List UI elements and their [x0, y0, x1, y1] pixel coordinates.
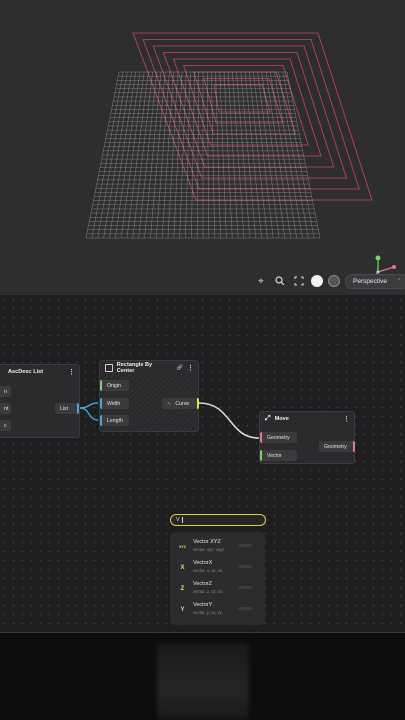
node-header: AscDesc List ⋮	[0, 365, 79, 378]
search-results-panel: XYZ Vector XYZ vector, xyz, vxyz X Vecto…	[170, 532, 265, 625]
vector-xyz-icon: XYZ	[179, 544, 186, 549]
search-result-item[interactable]: Z VectorZ vector, z, vz, vz	[178, 581, 258, 599]
result-subtitle: vector, xyz, vxyz	[193, 547, 225, 552]
app-root: ⌖ Perspective ⌃ AscDesc List ⋮ n nt c Li…	[0, 0, 405, 720]
input-port-nt[interactable]: nt	[0, 403, 11, 414]
vector-y-icon: Y	[180, 606, 185, 613]
result-shortcut-badge	[238, 544, 252, 547]
result-shortcut-badge	[238, 607, 252, 610]
result-shortcut-badge	[238, 565, 252, 568]
3d-viewport[interactable]: ⌖ Perspective ⌃	[0, 0, 405, 295]
output-port-label: Curve	[175, 400, 190, 407]
input-port-length[interactable]: Length	[100, 415, 129, 426]
node-rectangle-by-center[interactable]: Rectangle By Center 🔗 ⋮ Origin Width Len…	[99, 360, 199, 432]
kebab-menu-icon[interactable]: ⋮	[343, 415, 350, 423]
rectangle-icon	[105, 363, 113, 372]
input-port-c[interactable]: c	[0, 420, 11, 431]
input-port-geometry[interactable]: Geometry	[260, 432, 297, 443]
result-subtitle: vector, z, vz, vz	[193, 589, 223, 594]
result-title: VectorY	[193, 602, 213, 608]
footer-area	[0, 633, 405, 720]
result-shortcut-badge	[238, 586, 252, 589]
rectangle-curve	[213, 84, 271, 113]
node-header: ⤢ Move ⋮	[260, 412, 354, 425]
search-result-item[interactable]: XYZ Vector XYZ vector, xyz, vxyz	[178, 539, 258, 557]
node-ascdesc-list[interactable]: AscDesc List ⋮ n nt c List	[0, 364, 80, 438]
curve-icon: ∿	[167, 400, 172, 407]
fullscreen-icon[interactable]	[292, 274, 306, 288]
rectangle-curve	[162, 52, 335, 168]
input-port-vector[interactable]: Vector	[260, 450, 297, 461]
camera-mode-label: Perspective	[353, 277, 387, 285]
scene-canvas	[85, 32, 373, 239]
node-header: Rectangle By Center 🔗 ⋮	[100, 361, 198, 374]
search-icon[interactable]	[273, 274, 287, 288]
text-caret	[181, 517, 183, 523]
result-title: VectorZ	[193, 581, 212, 587]
light-toggle-icon[interactable]	[311, 275, 323, 287]
node-title: Move	[274, 415, 289, 422]
node-title: AscDesc List	[8, 368, 44, 375]
node-search-input[interactable]: V	[170, 514, 266, 526]
node-move[interactable]: ⤢ Move ⋮ Geometry Vector Geometry	[259, 411, 355, 464]
link-icon: 🔗	[176, 364, 183, 371]
search-query: V	[176, 517, 180, 523]
viewport-toolbar: ⌖ Perspective ⌃	[254, 272, 405, 290]
input-port-width[interactable]: Width	[100, 398, 129, 409]
input-port-n[interactable]: n	[0, 386, 11, 397]
dark-toggle-icon[interactable]	[328, 275, 340, 287]
rectangle-curve	[142, 39, 360, 190]
kebab-menu-icon[interactable]: ⋮	[68, 368, 75, 376]
target-icon[interactable]: ⌖	[254, 274, 268, 288]
vector-x-icon: X	[180, 564, 185, 571]
camera-mode-select[interactable]: Perspective ⌃	[345, 273, 405, 289]
output-port-curve[interactable]: ∿ Curve	[162, 398, 199, 409]
search-result-item[interactable]: X VectorX vector, x, vx, vx	[178, 560, 258, 578]
search-result-item[interactable]: Y VectorY vector, y, vy, vy	[178, 602, 258, 620]
result-title: VectorX	[193, 560, 213, 566]
output-port-geometry[interactable]: Geometry	[319, 441, 355, 452]
move-icon: ⤢	[265, 414, 271, 422]
output-port-list[interactable]: List	[55, 403, 79, 414]
vector-z-icon: Z	[180, 585, 185, 592]
result-title: Vector XYZ	[193, 539, 221, 545]
result-subtitle: vector, y, vy, vy	[193, 610, 222, 615]
kebab-menu-icon[interactable]: ⋮	[187, 364, 194, 372]
input-port-origin[interactable]: Origin	[100, 380, 129, 391]
grid-plane	[85, 71, 321, 239]
node-title: Rectangle By Center	[116, 361, 153, 374]
blurred-preview	[157, 643, 249, 720]
chevron-up-down-icon: ⌃	[396, 278, 402, 284]
rectangle-curves	[132, 32, 373, 201]
result-subtitle: vector, x, vx, vx	[193, 568, 223, 573]
